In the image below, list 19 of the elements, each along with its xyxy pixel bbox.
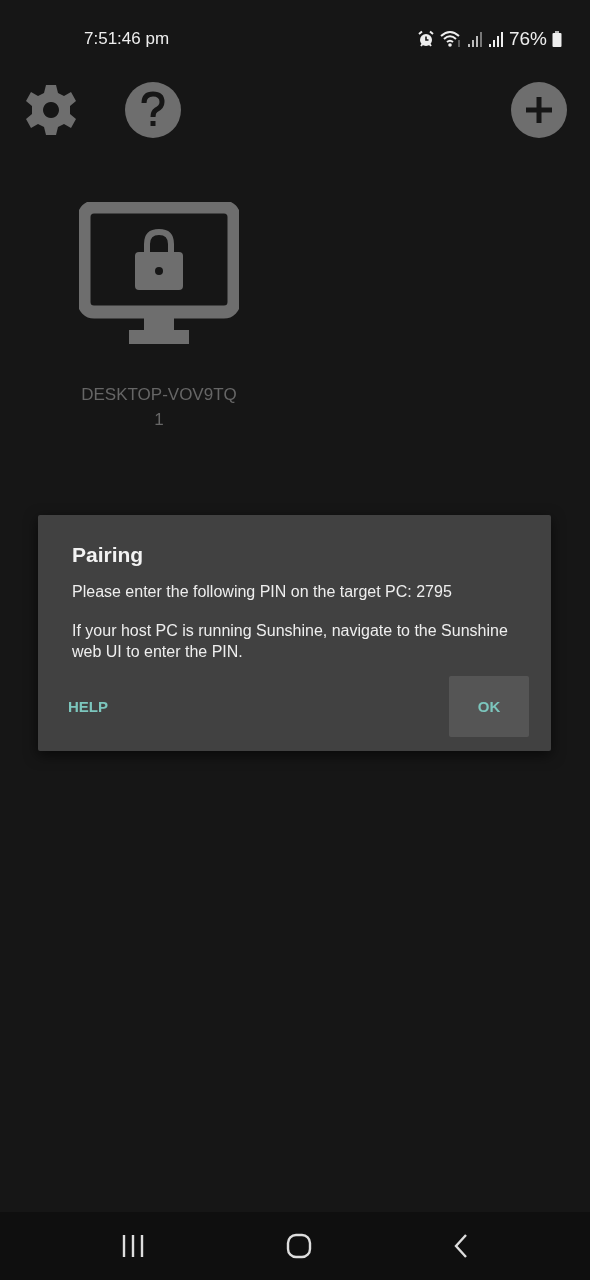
battery-percent: 76% <box>508 28 547 50</box>
alarm-icon <box>416 30 435 48</box>
status-time: 7:51:46 pm <box>84 29 170 49</box>
signal-icon <box>487 30 504 48</box>
add-icon[interactable] <box>511 82 567 138</box>
back-icon[interactable] <box>453 1233 470 1259</box>
dialog-message: Please enter the following PIN on the target PC: 2795 <box>72 582 453 602</box>
dialog-title: Pairing <box>72 543 145 567</box>
settings-icon[interactable] <box>23 82 79 138</box>
recents-icon[interactable] <box>120 1234 145 1258</box>
help-icon[interactable] <box>125 82 181 138</box>
signal-icon <box>466 30 483 48</box>
wifi-icon <box>439 30 462 48</box>
ok-button[interactable]: OK <box>449 676 529 737</box>
dialog-message: If your host PC is running Sunshine, navigate to the Sunshine web UI to enter the PIN. <box>72 621 509 662</box>
help-button[interactable]: HELP <box>48 676 128 737</box>
home-icon[interactable] <box>286 1233 312 1259</box>
computer-name: DESKTOP-VOV9TQ 1 <box>81 384 237 431</box>
battery-icon <box>552 30 562 48</box>
